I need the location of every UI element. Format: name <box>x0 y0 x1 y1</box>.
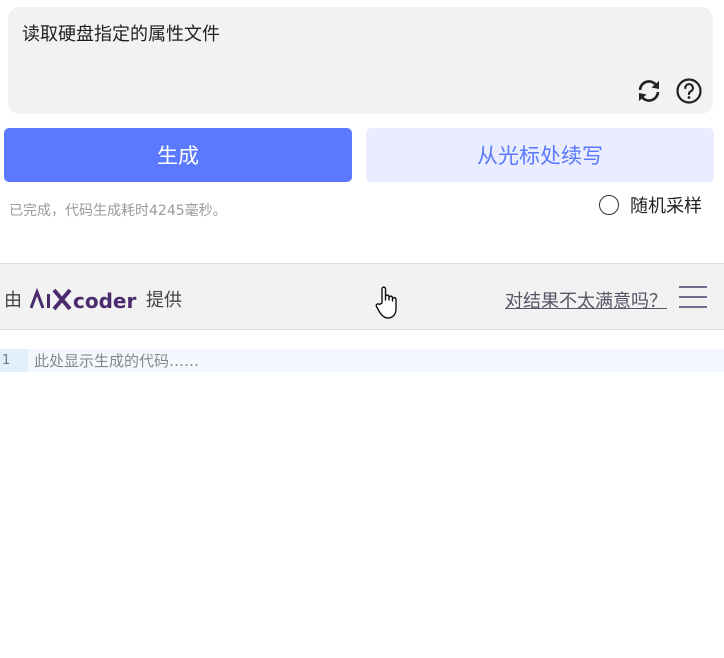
status-text: 已完成，代码生成耗时4245毫秒。 <box>9 203 227 219</box>
aixcoder-logo: coder <box>30 287 136 312</box>
prompt-box[interactable]: 读取硬盘指定的属性文件 <box>8 7 713 114</box>
help-icon[interactable] <box>675 77 703 105</box>
random-sample-label: 随机采样 <box>630 196 702 217</box>
prompt-text[interactable]: 读取硬盘指定的属性文件 <box>22 20 220 46</box>
line-number: 1 <box>0 349 28 372</box>
menu-icon[interactable] <box>679 284 707 310</box>
provider-suffix: 提供 <box>146 290 182 311</box>
random-sample-radio[interactable] <box>599 195 619 215</box>
feedback-link[interactable]: 对结果不太满意吗？ <box>505 287 667 313</box>
svg-text:coder: coder <box>73 289 136 312</box>
provider-credit: 由 coder 提供 <box>4 286 182 312</box>
provider-prefix: 由 <box>4 290 22 311</box>
generate-button[interactable]: 生成 <box>4 128 352 182</box>
random-sample-option[interactable]: 随机采样 <box>599 192 702 218</box>
code-placeholder: 此处显示生成的代码…… <box>34 352 200 370</box>
provider-bar: 由 coder 提供 对结果不太满意吗？ <box>0 263 724 330</box>
refresh-icon[interactable] <box>635 77 663 105</box>
hand-cursor-icon <box>374 285 402 325</box>
continue-from-cursor-button[interactable]: 从光标处续写 <box>366 128 714 182</box>
code-line[interactable]: 1 此处显示生成的代码…… <box>0 349 724 372</box>
